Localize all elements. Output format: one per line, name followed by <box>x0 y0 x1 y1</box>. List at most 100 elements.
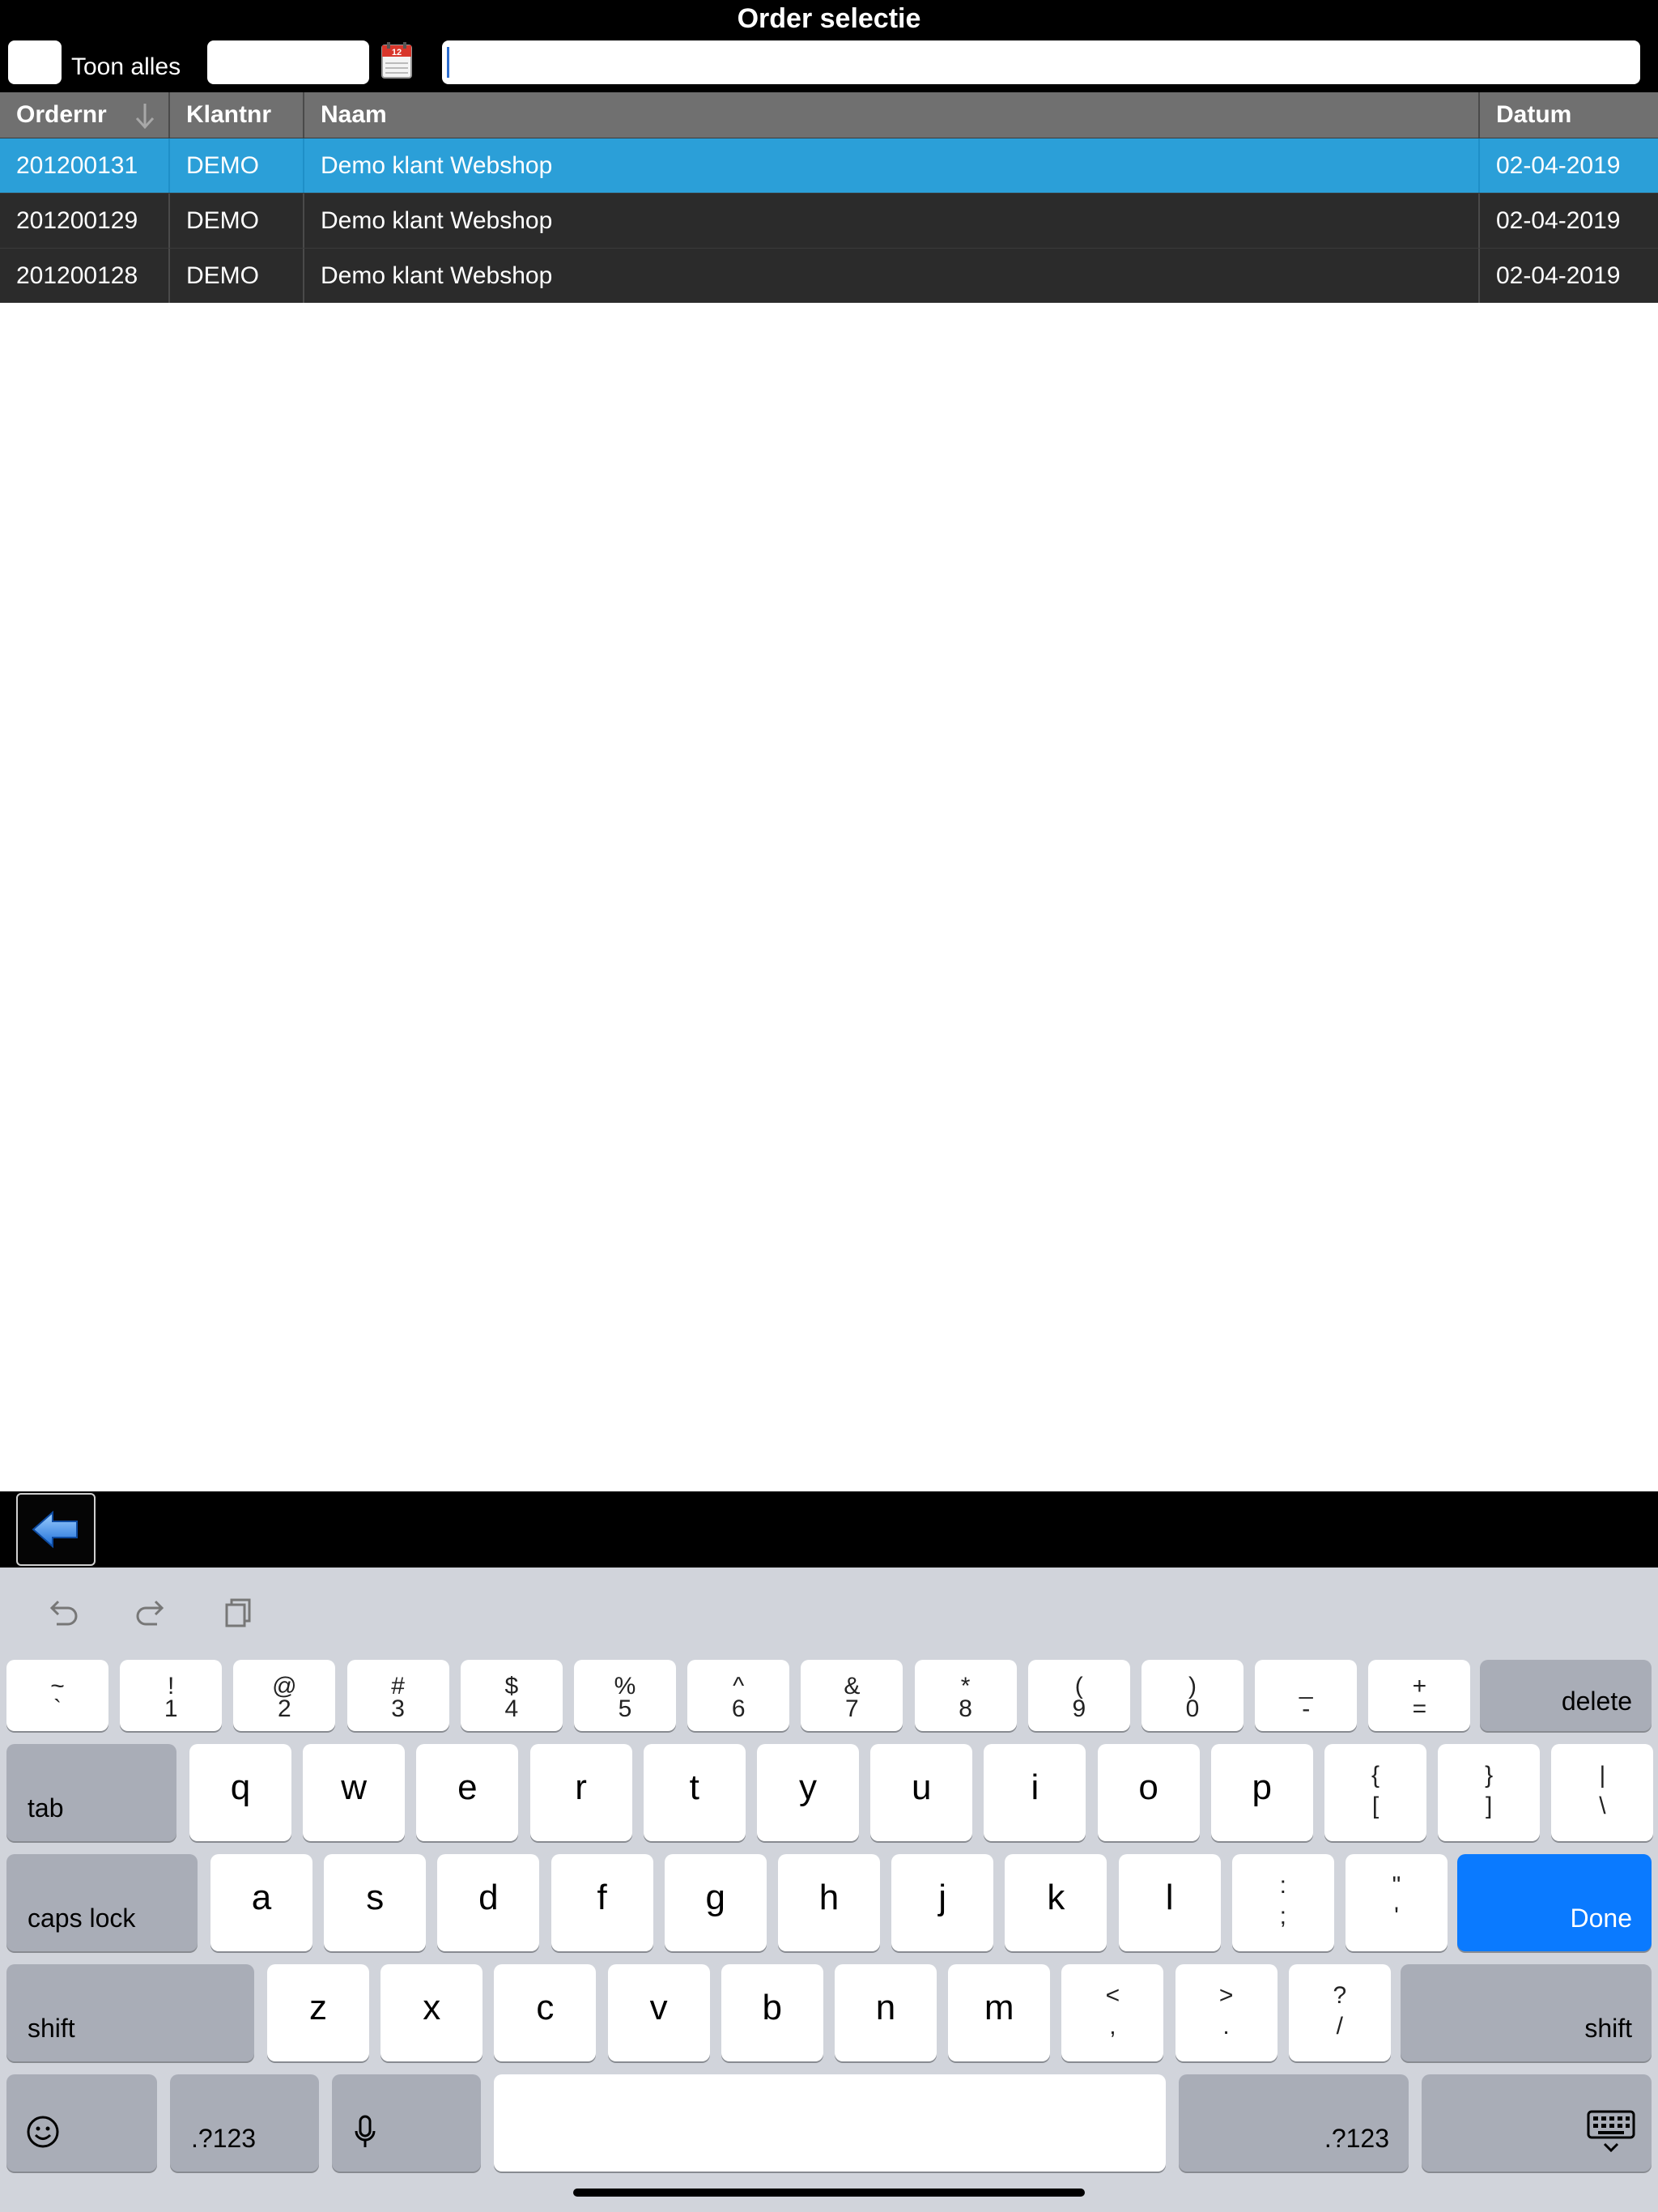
microphone-key[interactable] <box>332 2074 481 2172</box>
shift-right-key[interactable]: shift <box>1401 1964 1652 2061</box>
emoji-icon <box>27 2116 59 2148</box>
key-n[interactable]: n <box>835 1964 937 2061</box>
key-g[interactable]: g <box>664 1854 767 1951</box>
column-header-naam[interactable]: Naam <box>304 92 1480 138</box>
key-shift-symbol: } <box>1485 1761 1494 1789</box>
key-p[interactable]: p <box>1210 1744 1313 1841</box>
key-b[interactable]: b <box>721 1964 823 2061</box>
key-symbol-.[interactable]: >. <box>1175 1964 1278 2061</box>
key-number-`[interactable]: ~ ` <box>6 1660 108 1731</box>
table-row[interactable]: 201200129 DEMO Demo klant Webshop 02-04-… <box>0 193 1658 248</box>
done-key[interactable]: Done <box>1457 1854 1652 1951</box>
table-row[interactable]: 201200128 DEMO Demo klant Webshop 02-04-… <box>0 248 1658 303</box>
key-symbol-'[interactable]: " ' <box>1346 1854 1448 1951</box>
key-letter: c <box>536 1987 555 2027</box>
caps-lock-key[interactable]: caps lock <box>6 1854 198 1951</box>
delete-key[interactable]: delete <box>1480 1660 1652 1731</box>
key-number-=[interactable]: + = <box>1368 1660 1471 1731</box>
key-base-symbol: 4 <box>504 1695 519 1722</box>
cell-naam: Demo klant Webshop <box>304 194 1480 248</box>
undo-icon[interactable] <box>44 1593 83 1632</box>
key-y[interactable]: y <box>757 1744 859 1841</box>
back-button[interactable] <box>16 1493 96 1566</box>
key-shift-symbol: > <box>1218 1981 1234 2009</box>
column-header-datum[interactable]: Datum <box>1480 92 1658 138</box>
key-number-4[interactable]: $4 <box>460 1660 563 1731</box>
key-base-symbol: 5 <box>618 1695 632 1722</box>
key-letter: n <box>875 1987 896 2027</box>
key-symbol-\[interactable]: | \ <box>1551 1744 1654 1841</box>
numbers-key-right[interactable]: .?123 <box>1179 2074 1409 2172</box>
cell-ordernr: 201200128 <box>0 249 170 303</box>
key-base-symbol: ` <box>53 1695 62 1722</box>
key-number-1[interactable]: ! 1 <box>120 1660 223 1731</box>
key-c[interactable]: c <box>494 1964 597 2061</box>
cell-ordernr: 201200131 <box>0 138 170 193</box>
column-header-klantnr[interactable]: Klantnr <box>170 92 304 138</box>
search-input[interactable] <box>442 40 1640 84</box>
key-number-8[interactable]: * 8 <box>914 1660 1017 1731</box>
table-row[interactable]: 201200131 DEMO Demo klant Webshop 02-04-… <box>0 138 1658 193</box>
tab-key[interactable]: tab <box>6 1744 176 1841</box>
key-w[interactable]: w <box>303 1744 406 1841</box>
key-base-symbol: 6 <box>731 1695 746 1722</box>
key-base-symbol: ] <box>1486 1793 1493 1819</box>
key-letter: w <box>341 1767 368 1807</box>
key-number-2[interactable]: @2 <box>233 1660 336 1731</box>
shift-left-key[interactable]: shift <box>6 1964 254 2061</box>
key-label: shift <box>1584 2014 1632 2043</box>
microphone-icon <box>355 2115 376 2147</box>
key-number-0[interactable]: ) 0 <box>1141 1660 1244 1731</box>
key-o[interactable]: o <box>1097 1744 1200 1841</box>
keyboard-dismiss-key[interactable] <box>1422 2074 1652 2172</box>
key-e[interactable]: e <box>416 1744 519 1841</box>
key-base-symbol: 9 <box>1072 1695 1086 1722</box>
redo-icon[interactable] <box>131 1593 170 1632</box>
calendar-icon[interactable]: 12 <box>380 42 413 79</box>
key-letter: x <box>423 1987 441 2027</box>
key-i[interactable]: i <box>984 1744 1086 1841</box>
key-symbol-[[interactable]: {[ <box>1324 1744 1426 1841</box>
toon-alles-checkbox[interactable] <box>8 40 62 84</box>
key-number-3[interactable]: #3 <box>346 1660 449 1731</box>
keyboard-dismiss-icon <box>1587 2110 1635 2153</box>
date-filter-input[interactable] <box>207 40 369 84</box>
key-u[interactable]: u <box>870 1744 973 1841</box>
key-symbol-,[interactable]: <, <box>1061 1964 1164 2061</box>
numbers-key-left[interactable]: .?123 <box>170 2074 319 2172</box>
key-f[interactable]: f <box>551 1854 653 1951</box>
key-m[interactable]: m <box>948 1964 1051 2061</box>
key-d[interactable]: d <box>437 1854 540 1951</box>
cell-datum: 02-04-2019 <box>1496 151 1621 179</box>
cell-naam: Demo klant Webshop <box>304 138 1480 193</box>
key-v[interactable]: v <box>607 1964 710 2061</box>
key-number-9[interactable]: (9 <box>1027 1660 1130 1731</box>
key-number-6[interactable]: ^ 6 <box>687 1660 790 1731</box>
key-x[interactable]: x <box>380 1964 483 2061</box>
key-k[interactable]: k <box>1005 1854 1107 1951</box>
key-r[interactable]: r <box>529 1744 632 1841</box>
cell-datum: 02-04-2019 <box>1496 206 1621 234</box>
key-symbol-][interactable]: }] <box>1438 1744 1541 1841</box>
key-a[interactable]: a <box>210 1854 312 1951</box>
key-number-7[interactable]: & 7 <box>801 1660 903 1731</box>
key-s[interactable]: s <box>324 1854 427 1951</box>
text-cursor <box>447 47 449 78</box>
key-j[interactable]: j <box>891 1854 994 1951</box>
key-t[interactable]: t <box>643 1744 746 1841</box>
paste-icon[interactable] <box>219 1593 257 1632</box>
key-l[interactable]: l <box>1118 1854 1221 1951</box>
orders-table: Ordernr Klantnr Naam Datum 201200131 DEM… <box>0 92 1658 303</box>
on-screen-keyboard: ~ `! 1 @2 #3 $4% 5 ^ 6 & 7 * 8(9) 0 _ - + = delete tab q w e r t… <box>0 1568 1658 2212</box>
emoji-key[interactable] <box>6 2074 157 2172</box>
key-h[interactable]: h <box>778 1854 880 1951</box>
key-number--[interactable]: _ - <box>1255 1660 1358 1731</box>
key-symbol-;[interactable]: :; <box>1231 1854 1334 1951</box>
key-base-symbol: 7 <box>845 1695 859 1722</box>
key-number-5[interactable]: % 5 <box>574 1660 676 1731</box>
key-symbol-/[interactable]: ? / <box>1288 1964 1391 2061</box>
table-header: Ordernr Klantnr Naam Datum <box>0 92 1658 138</box>
key-q[interactable]: q <box>189 1744 291 1841</box>
key-z[interactable]: z <box>267 1964 369 2061</box>
space-key[interactable] <box>494 2074 1166 2172</box>
